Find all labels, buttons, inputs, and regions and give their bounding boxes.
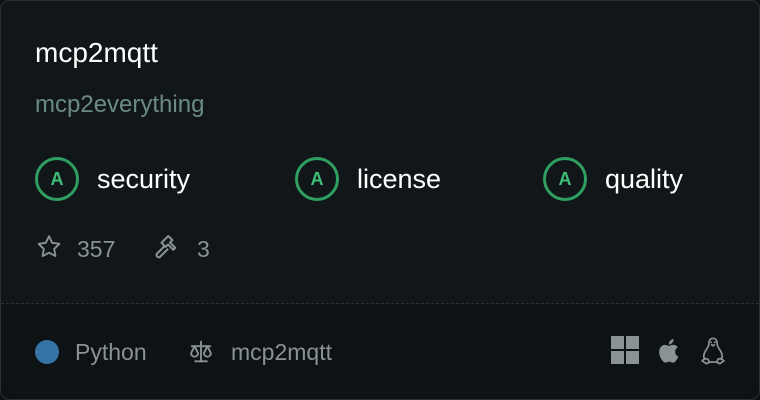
server-owner[interactable]: mcp2everything [35,89,204,121]
stars-count: 357 [77,235,116,262]
card-footer: Python mcp2mqtt [1,304,759,399]
scale-icon [187,338,215,371]
server-card[interactable]: mcp2mqtt mcp2everything A security A lic… [0,0,760,400]
apple-icon [656,336,684,371]
card-header: mcp2mqtt mcp2everything A security A lic… [1,1,759,303]
grade-label: security [97,163,191,194]
stars-stat: 357 [35,233,115,265]
hammer-icon [153,232,183,267]
grade-license[interactable]: A license [295,155,441,203]
grade-security[interactable]: A security [35,155,190,203]
grade-label: quality [605,163,684,194]
grade-badge: A [543,157,587,201]
grade-quality[interactable]: A quality [543,155,683,203]
server-name[interactable]: mcp2mqtt [35,35,158,71]
grade-badge: A [295,157,339,201]
tools-count: 3 [197,235,210,262]
tools-stat: 3 [153,233,210,265]
language-label: Python [75,339,147,365]
grade-badge: A [35,157,79,201]
license-label: mcp2mqtt [231,339,332,365]
linux-icon [699,336,727,371]
windows-icon [611,336,639,369]
language-color-dot [35,340,59,364]
grade-label: license [357,163,442,194]
star-icon [35,233,63,266]
